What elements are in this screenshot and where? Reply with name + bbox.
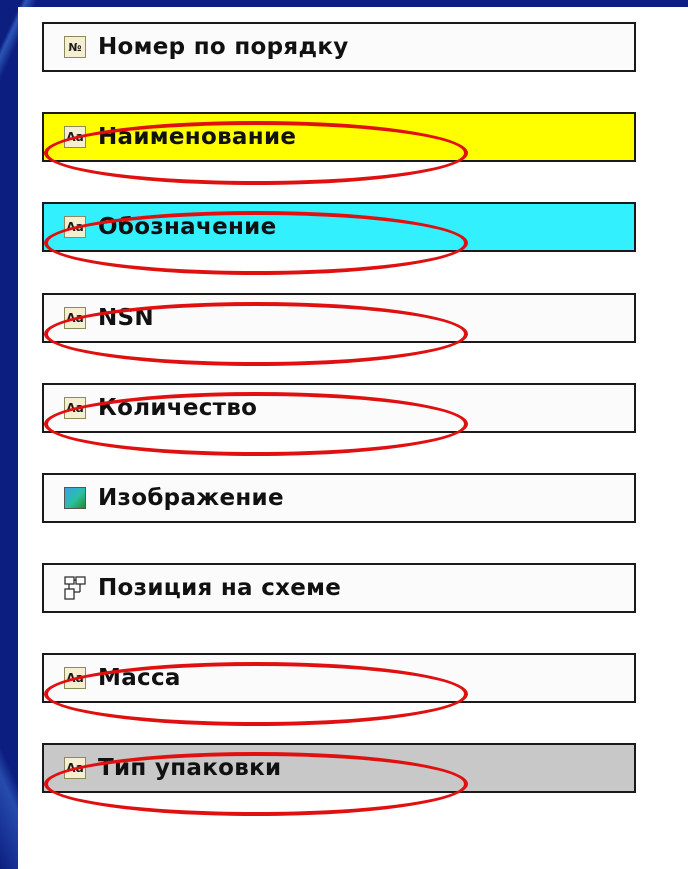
text-field-icon: Aa xyxy=(64,126,86,148)
field-row-schematic-position[interactable]: Позиция на схеме xyxy=(42,563,636,613)
field-label: Тип упаковки xyxy=(98,755,282,781)
image-field-icon xyxy=(64,487,86,509)
field-label: Наименование xyxy=(98,124,297,150)
schematic-position-icon xyxy=(64,576,86,600)
field-row-image[interactable]: Изображение xyxy=(42,473,636,523)
field-row-nsn[interactable]: Aa NSN xyxy=(42,293,636,343)
field-label: Позиция на схеме xyxy=(98,575,342,601)
field-row-quantity[interactable]: Aa Количество xyxy=(42,383,636,433)
field-label: Обозначение xyxy=(98,214,277,240)
field-label: Номер по порядку xyxy=(98,34,349,60)
field-row-mass[interactable]: Aa Масса xyxy=(42,653,636,703)
field-row-package-type[interactable]: Aa Тип упаковки xyxy=(42,743,636,793)
field-label: Количество xyxy=(98,395,258,421)
text-field-icon: Aa xyxy=(64,216,86,238)
field-label: NSN xyxy=(98,305,154,331)
text-field-icon: Aa xyxy=(64,667,86,689)
field-row-designation[interactable]: Aa Обозначение xyxy=(42,202,636,252)
field-row-number[interactable]: № Номер по порядку xyxy=(42,22,636,72)
text-field-icon: Aa xyxy=(64,397,86,419)
text-field-icon: Aa xyxy=(64,757,86,779)
number-sign-icon: № xyxy=(64,36,86,58)
field-label: Масса xyxy=(98,665,181,691)
text-field-icon: Aa xyxy=(64,307,86,329)
field-label: Изображение xyxy=(98,485,284,511)
field-row-name[interactable]: Aa Наименование xyxy=(42,112,636,162)
